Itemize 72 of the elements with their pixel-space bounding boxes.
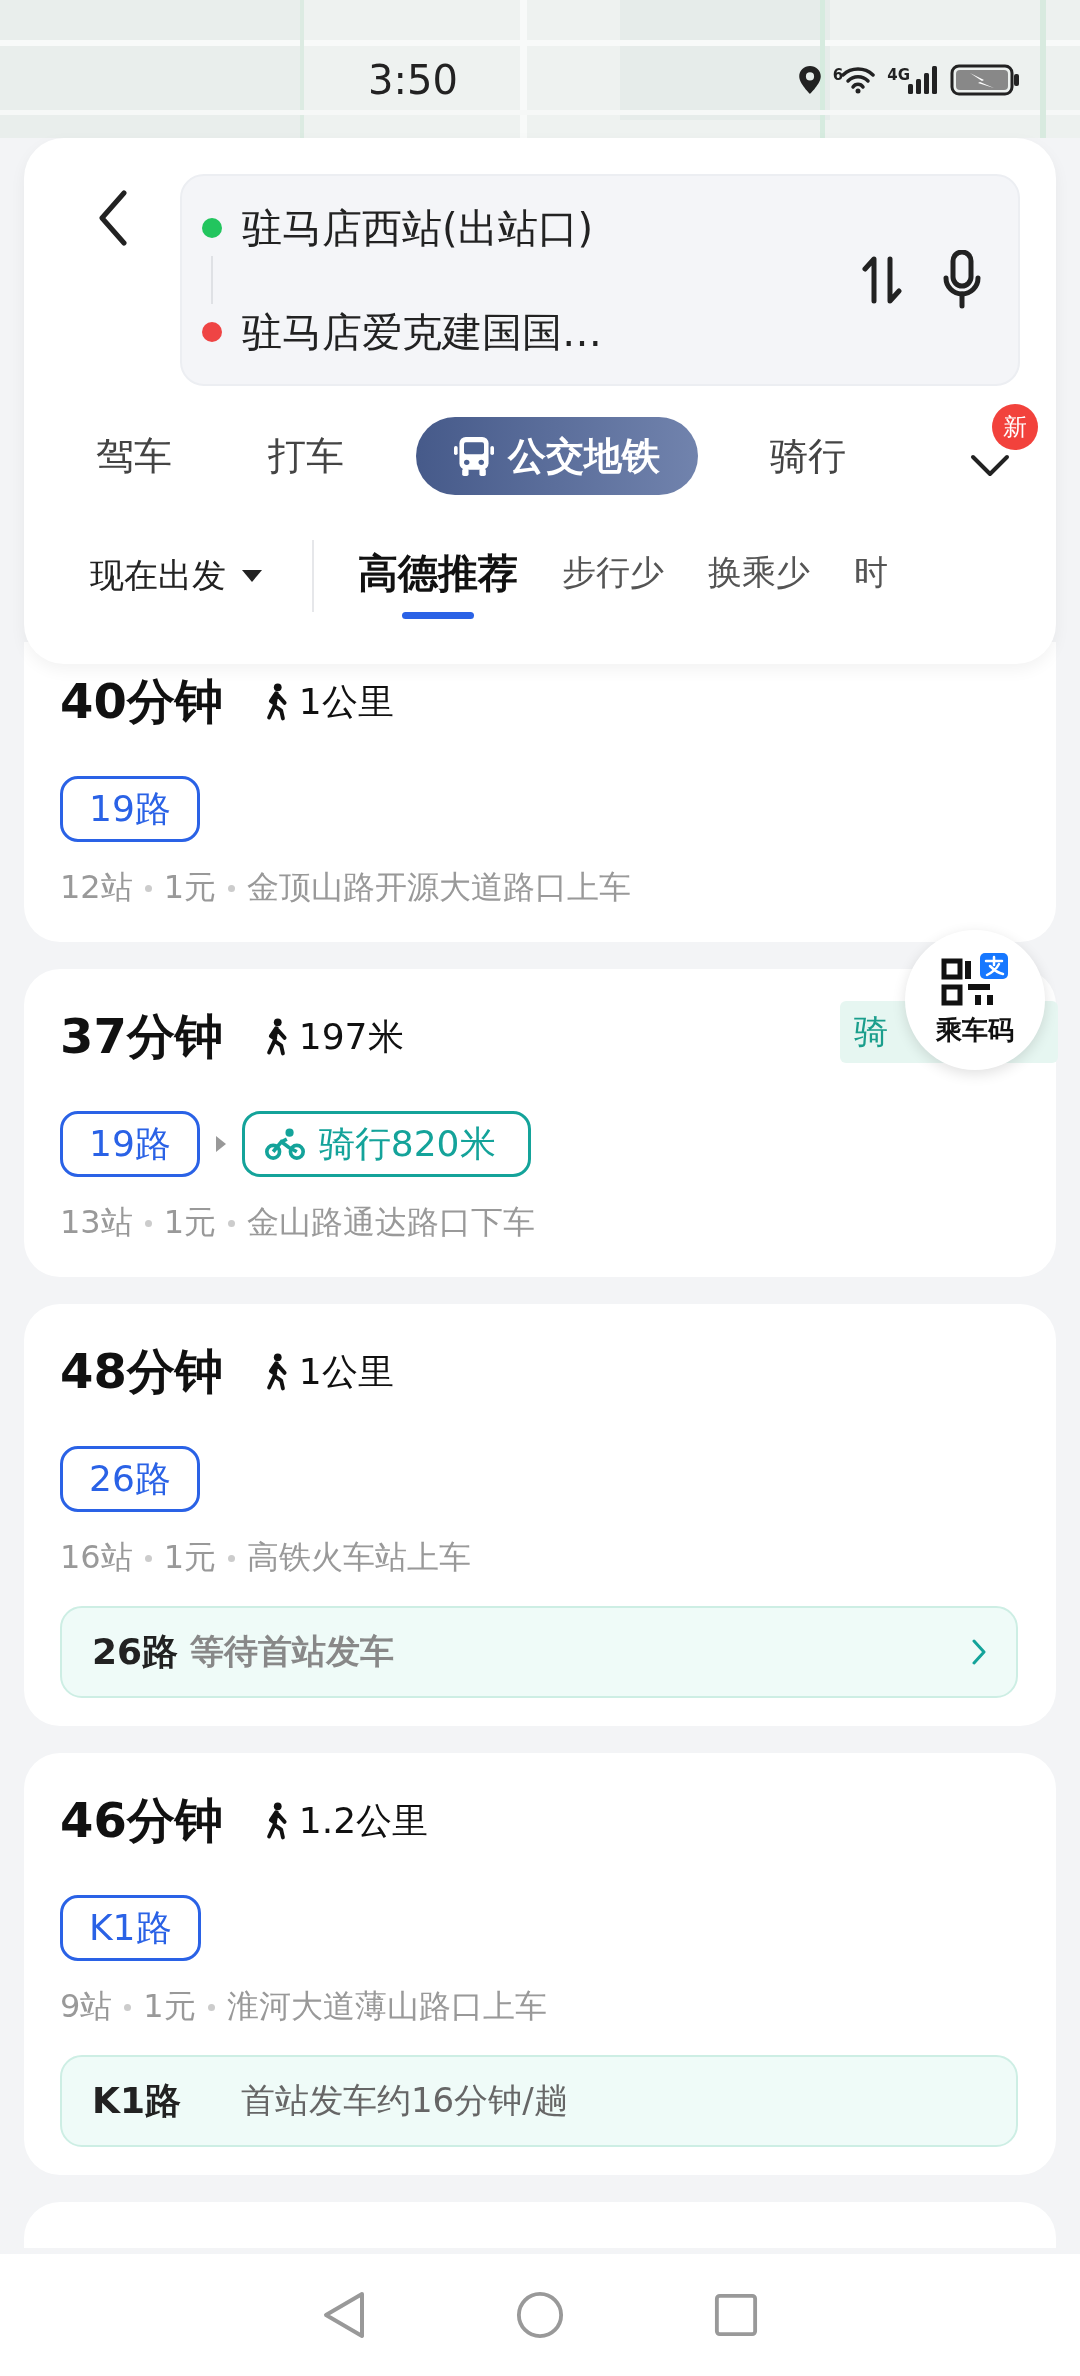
wifi-label: 6	[832, 66, 844, 84]
mode-tab[interactable]: 公交地铁	[416, 417, 698, 495]
bus-icon	[454, 435, 494, 477]
walk-distance: 1公里	[298, 1349, 394, 1394]
location-icon	[798, 66, 821, 94]
status-time: 3:50	[368, 57, 458, 103]
separator-dot	[228, 1554, 236, 1562]
microphone-icon[interactable]	[942, 250, 982, 310]
mode-tab[interactable]: 骑行	[722, 417, 894, 495]
separator-dot	[144, 1219, 152, 1227]
separator-dot	[144, 1554, 152, 1562]
fare: 1元	[163, 1202, 217, 1243]
boarding-stop: 淮河大道薄山路口上车	[226, 1986, 547, 2027]
separator-dot	[228, 884, 236, 892]
sort-tab[interactable]: 换乘少	[708, 538, 810, 614]
route-card[interactable]: 48分钟 1公里 26路 16站 1元 高铁火车站上车 26路 等待首站发车	[24, 1304, 1056, 1726]
stop-count: 16站	[60, 1537, 133, 1578]
sort-tab[interactable]: 步行少	[562, 538, 664, 614]
fare: 1元	[163, 1537, 217, 1578]
mode-tab[interactable]: 驾车	[48, 417, 220, 495]
boarding-stop: 高铁火车站上车	[247, 1537, 472, 1578]
chevron-down-icon[interactable]	[970, 454, 1010, 478]
bus-line-chip[interactable]: 26路	[60, 1446, 200, 1512]
notice-line: K1路	[92, 2078, 181, 2123]
home-icon[interactable]	[516, 2291, 564, 2339]
network-label: 4G	[887, 66, 910, 84]
arrow-right-icon	[215, 1136, 226, 1152]
duration-text: 46分钟	[60, 1791, 223, 1850]
signal-icon	[908, 66, 938, 94]
notice-text: 等待首站发车	[190, 1630, 395, 1673]
notice-line: 26路	[92, 1629, 179, 1674]
route-card[interactable]: 46分钟 1.2公里 K1路 9站 1元 淮河大道薄山路口上车 K1路 首站发车约16分钟/趟	[24, 1753, 1056, 2175]
bus-line-chip[interactable]: 19路	[60, 1111, 200, 1177]
fare: 1元	[143, 1986, 196, 2027]
walk-distance: 1.2公里	[298, 1798, 429, 1843]
separator-dot	[124, 2003, 132, 2011]
chevron-right-icon	[972, 1639, 986, 1665]
stop-count: 9站	[60, 1986, 113, 2027]
stop-count: 13站	[60, 1202, 133, 1243]
stop-count: 12站	[60, 867, 133, 908]
duration-text: 37分钟	[60, 1007, 223, 1066]
separator-dot	[228, 1219, 236, 1227]
bus-line-chip[interactable]: K1路	[60, 1895, 201, 1961]
wifi-icon	[841, 66, 876, 94]
new-badge: 新	[992, 404, 1038, 450]
recent-apps-icon[interactable]	[714, 2293, 758, 2337]
separator-dot	[207, 2003, 215, 2011]
schedule-notice[interactable]: 26路 等待首站发车	[60, 1606, 1018, 1698]
destination-field[interactable]: 驻马店爱克建国国…	[242, 304, 602, 360]
caret-icon	[242, 570, 262, 582]
sort-tab[interactable]: 时	[854, 538, 888, 614]
walk-distance: 1公里	[298, 679, 394, 724]
qr-code-icon	[940, 952, 1010, 1009]
duration-text: 40分钟	[60, 672, 223, 731]
origin-field[interactable]: 驻马店西站(出站口)	[242, 200, 594, 256]
boarding-stop: 金山路通达路口下车	[247, 1202, 536, 1243]
back-icon[interactable]	[98, 190, 128, 246]
separator-dot	[144, 884, 152, 892]
bicycle-icon	[264, 1127, 305, 1161]
notice-text: 首站发车约16分钟/趟	[240, 2079, 568, 2122]
route-card[interactable]: 40分钟 1公里 19路 12站 1元 金顶山路开源大道路口上车	[24, 642, 1056, 942]
boarding-stop: 金顶山路开源大道路口上车	[247, 867, 632, 908]
walk-distance: 197米	[298, 1014, 404, 1059]
sort-tab[interactable]: 高德推荐	[358, 533, 518, 619]
swap-icon[interactable]	[862, 255, 902, 305]
battery-icon	[950, 64, 1020, 96]
departure-dropdown[interactable]: 现在出发	[24, 553, 262, 599]
bus-line-chip[interactable]: 19路	[60, 776, 200, 842]
duration-text: 48分钟	[60, 1342, 223, 1401]
schedule-notice[interactable]: K1路 首站发车约16分钟/趟	[60, 2055, 1018, 2147]
fare: 1元	[163, 867, 217, 908]
mode-tab[interactable]: 打车	[220, 417, 392, 495]
